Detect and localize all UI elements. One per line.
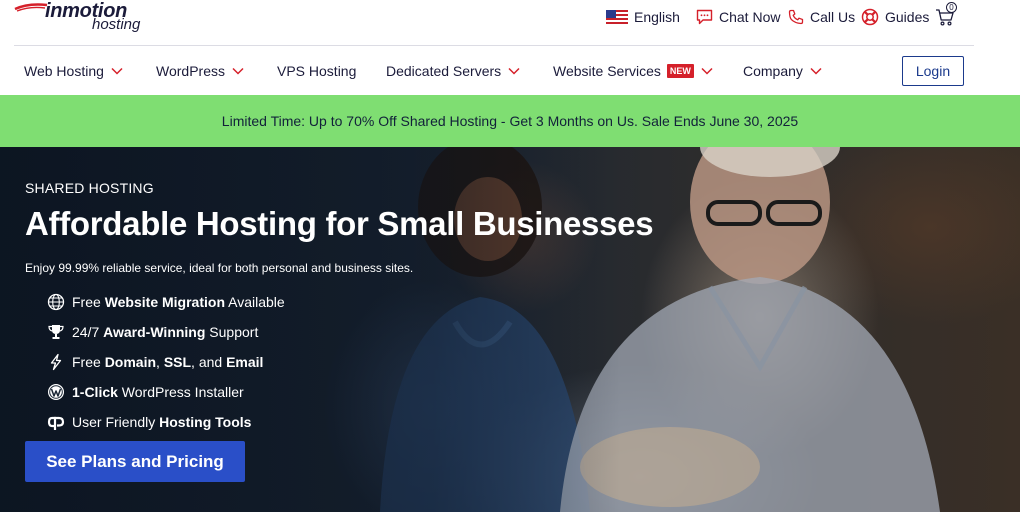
hero-title: Affordable Hosting for Small Businesses [25, 205, 654, 242]
top-utility-bar: inmotion hosting English Chat Now Call U… [0, 0, 1020, 45]
feature-text: 1-Click WordPress Installer [72, 384, 244, 400]
chat-now-label: Chat Now [719, 9, 781, 25]
feature-item: 1-Click WordPress Installer [46, 377, 285, 407]
nav-item-label: VPS Hosting [277, 62, 357, 79]
nav-item-dedicated-servers[interactable]: Dedicated Servers [386, 46, 520, 95]
hero-subtitle: Enjoy 99.99% reliable service, ideal for… [25, 261, 414, 275]
feature-text: User Friendly Hosting Tools [72, 414, 252, 430]
shopping-cart-button[interactable]: 0 [935, 0, 961, 34]
chevron-down-icon [232, 67, 244, 75]
inmotion-hosting-logo[interactable]: inmotion hosting [14, 0, 154, 38]
nav-item-label: Web Hosting [24, 62, 104, 79]
nav-item-website-services[interactable]: Website Services NEW [553, 46, 713, 95]
feature-item: Free Domain, SSL, and Email [46, 347, 285, 377]
feature-text: 24/7 Award-Winning Support [72, 324, 259, 340]
wordpress-icon [46, 382, 66, 402]
feature-item: Free Website Migration Available [46, 287, 285, 317]
globe-icon [46, 292, 66, 312]
chat-bubble-icon [696, 9, 713, 25]
language-label: English [634, 9, 680, 25]
nav-item-company[interactable]: Company [743, 46, 822, 95]
new-badge: NEW [666, 63, 694, 78]
us-flag-icon [606, 10, 628, 24]
feature-item: 24/7 Award-Winning Support [46, 317, 285, 347]
cpanel-icon [46, 412, 66, 432]
lifebuoy-icon [861, 8, 879, 26]
nav-item-label: WordPress [156, 62, 225, 79]
main-navigation: Web Hosting WordPress VPS Hosting Dedica… [0, 46, 1020, 95]
nav-item-vps-hosting[interactable]: VPS Hosting [277, 46, 356, 95]
feature-item: User Friendly Hosting Tools [46, 407, 285, 437]
nav-item-wordpress[interactable]: WordPress [156, 46, 244, 95]
trophy-icon [46, 322, 66, 342]
nav-item-web-hosting[interactable]: Web Hosting [24, 46, 123, 95]
chat-now-link[interactable]: Chat Now [696, 0, 780, 34]
promo-text: Limited Time: Up to 70% Off Shared Hosti… [221, 113, 799, 129]
feature-text: Free Website Migration Available [72, 294, 285, 310]
call-us-label: Call Us [810, 9, 856, 25]
phone-icon [788, 9, 804, 25]
promo-banner[interactable]: Limited Time: Up to 70% Off Shared Hosti… [0, 95, 1020, 147]
see-plans-and-pricing-button[interactable]: See Plans and Pricing [25, 441, 245, 482]
chevron-down-icon [111, 67, 123, 75]
feature-text: Free Domain, SSL, and Email [72, 354, 264, 370]
chevron-down-icon [701, 67, 713, 75]
nav-item-label: Dedicated Servers [386, 62, 502, 79]
guides-label: Guides [885, 9, 930, 25]
chevron-down-icon [508, 67, 520, 75]
feature-list: Free Website Migration Available 24/7 Aw… [46, 287, 285, 437]
cart-count-badge: 0 [946, 2, 957, 13]
chevron-down-icon [810, 67, 822, 75]
hero-section: SHARED HOSTING Affordable Hosting for Sm… [0, 147, 1020, 512]
call-us-link[interactable]: Call Us [788, 0, 855, 34]
logo-tagline: hosting [92, 16, 141, 33]
guides-link[interactable]: Guides [861, 0, 929, 34]
logo-swoosh-icon [14, 3, 48, 12]
language-selector[interactable]: English [606, 0, 680, 34]
nav-item-label: Company [743, 62, 803, 79]
lightning-icon [46, 352, 66, 372]
hero-eyebrow: SHARED HOSTING [25, 180, 154, 196]
nav-item-label: Website Services [553, 62, 661, 79]
login-button[interactable]: Login [902, 56, 964, 86]
